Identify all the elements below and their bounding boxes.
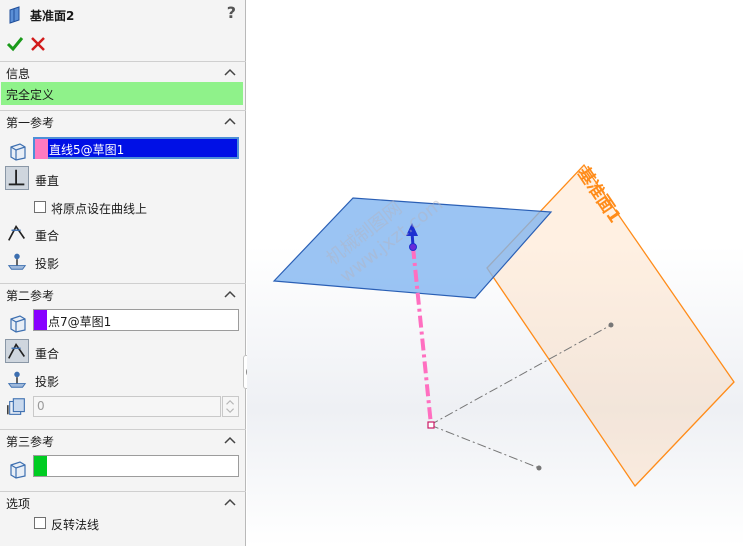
coincident-icon [8, 225, 26, 241]
second-reference-selection-text: 点7@草图1 [48, 315, 112, 329]
distance-spinner[interactable] [222, 396, 239, 417]
second-reference-selection-box[interactable]: 点7@草图1 [33, 309, 239, 331]
chevron-up-icon[interactable] [224, 67, 236, 77]
chevron-up-icon[interactable] [224, 497, 236, 507]
chevron-up-icon[interactable] [224, 116, 236, 126]
ok-checkmark-icon[interactable] [6, 35, 24, 53]
first-reference-selection-text: 直线5@草图1 [49, 143, 125, 157]
coincident-label-2: 重合 [35, 347, 60, 361]
selected-point-7[interactable] [427, 421, 435, 429]
sketch-point[interactable] [608, 322, 614, 328]
coincident-button[interactable] [5, 221, 29, 245]
project-icon [7, 253, 27, 270]
third-reference-color-swatch [34, 456, 47, 476]
perpendicular-icon [8, 169, 25, 186]
coincident-button-2[interactable] [5, 339, 29, 363]
project-icon [7, 371, 27, 388]
graphics-viewport[interactable]: 基准面1 [247, 0, 743, 546]
cancel-x-icon[interactable] [30, 36, 46, 52]
third-reference-selection-box[interactable] [33, 455, 239, 477]
plane-feature-icon [9, 6, 20, 24]
second-reference-color-swatch [34, 310, 47, 330]
status-message: 完全定义 [1, 82, 243, 105]
flip-normal-checkbox[interactable] [34, 517, 46, 529]
options-header[interactable]: 选项 [0, 491, 246, 511]
sketch-point[interactable] [536, 465, 542, 471]
first-reference-label: 第一参考 [6, 116, 55, 130]
info-section-header[interactable]: 信息 [0, 61, 246, 81]
flip-normal-label: 反转法线 [51, 518, 100, 532]
project-button[interactable] [5, 249, 29, 273]
project-label: 投影 [35, 257, 60, 271]
coincident-label: 重合 [35, 229, 60, 243]
chevron-up-icon[interactable] [224, 435, 236, 445]
reference-entity-icon [10, 315, 26, 333]
options-label: 选项 [6, 497, 31, 511]
project-button-2[interactable] [5, 367, 29, 391]
first-reference-color-swatch [35, 139, 48, 159]
distance-input[interactable]: 0 [33, 396, 221, 417]
reference-entity-icon [10, 143, 26, 161]
plane-origin-handle[interactable] [409, 243, 417, 251]
distance-button[interactable] [5, 395, 29, 419]
first-reference-selection-box[interactable]: 直线5@草图1 [33, 137, 239, 159]
panel-title: 基准面2 [30, 9, 75, 23]
chevron-up-icon[interactable] [224, 289, 236, 299]
origin-on-curve-checkbox[interactable] [34, 201, 46, 213]
property-manager-panel: 基准面2 ? 信息 完全定义 第一参考 直线5@草图1 垂直 将原点设在曲线上 [0, 0, 246, 546]
coincident-icon [8, 343, 26, 359]
distance-offset-icon [7, 398, 25, 415]
model-view[interactable]: 基准面1 [247, 0, 743, 546]
reference-entity-icon [10, 461, 26, 479]
panel-title-bar: 基准面2 ? [0, 0, 246, 30]
third-reference-label: 第三参考 [6, 435, 55, 449]
origin-on-curve-label: 将原点设在曲线上 [51, 202, 148, 216]
second-reference-label: 第二参考 [6, 289, 55, 303]
perpendicular-button[interactable] [5, 166, 29, 190]
second-reference-header[interactable]: 第二参考 [0, 283, 246, 303]
spinner-arrows-icon [226, 399, 234, 414]
third-reference-header[interactable]: 第三参考 [0, 429, 246, 449]
first-reference-header[interactable]: 第一参考 [0, 110, 246, 130]
sketch-line-lower[interactable] [429, 424, 540, 469]
perpendicular-label: 垂直 [35, 174, 60, 188]
help-icon[interactable]: ? [227, 3, 236, 22]
project-label-2: 投影 [35, 375, 60, 389]
info-header-label: 信息 [6, 67, 31, 81]
